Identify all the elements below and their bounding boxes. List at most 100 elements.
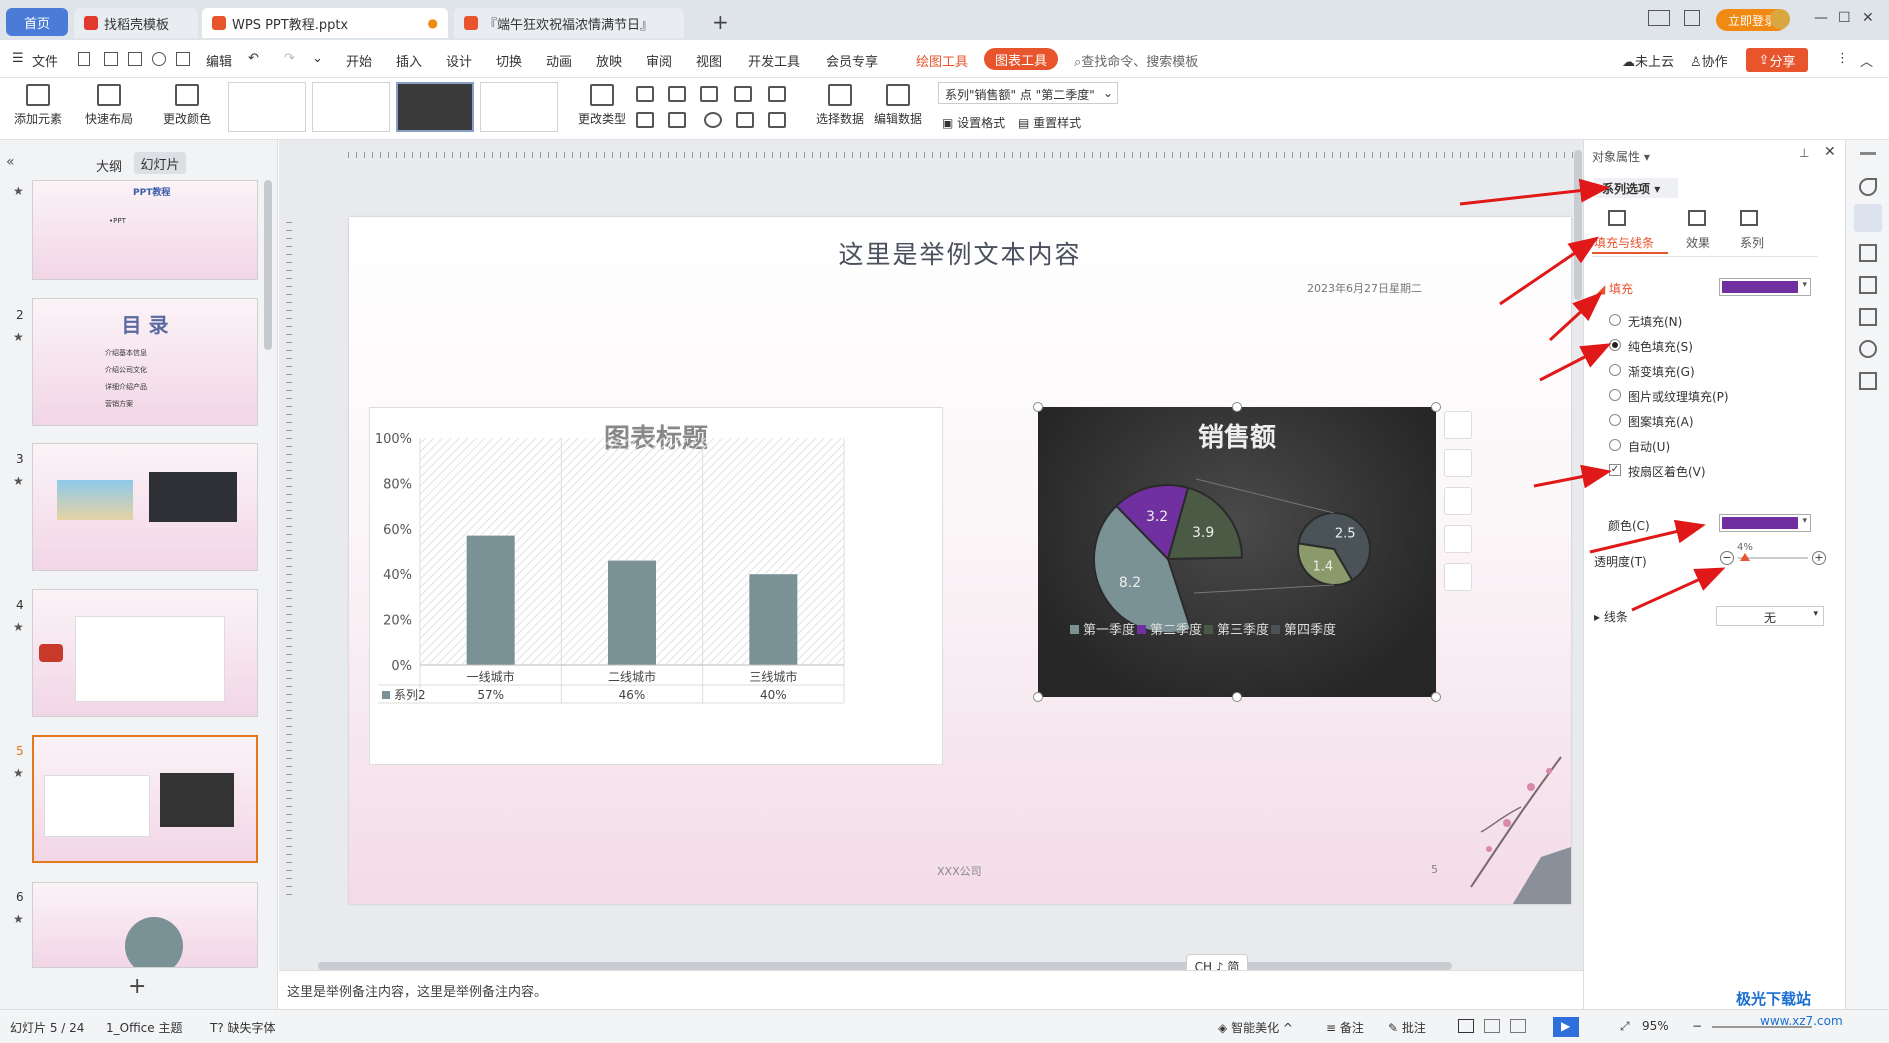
area-chart-icon[interactable] [636, 112, 654, 128]
pin-icon[interactable]: ⊥ [1799, 146, 1809, 160]
notes-pane[interactable]: 这里是举例备注内容，这里是举例备注内容。 [279, 970, 1583, 1008]
chart-style-1[interactable] [228, 82, 306, 132]
resize-handle[interactable] [1232, 402, 1242, 412]
menu-chart-tools[interactable]: 图表工具 [984, 48, 1058, 70]
resize-handle[interactable] [1033, 692, 1043, 702]
export-icon[interactable] [104, 52, 118, 66]
more-options-icon[interactable]: ⋮ [1836, 51, 1849, 66]
menu-file[interactable]: 文件 [32, 51, 58, 70]
play-slideshow-button[interactable]: ▶ [1553, 1017, 1579, 1037]
search-command[interactable]: ⌕查找命令、搜索模板 [1074, 51, 1198, 70]
chart-style-brush-icon[interactable] [1444, 449, 1472, 477]
missing-font-button[interactable]: T? 缺失字体 [210, 1019, 276, 1036]
share-button[interactable]: ⇪ 分享 [1746, 48, 1808, 72]
panel-header[interactable]: 对象属性 ▾ [1592, 148, 1650, 165]
radio-no-fill[interactable] [1609, 314, 1621, 326]
line-section-header[interactable]: ▸ 线条 [1594, 608, 1628, 625]
bar-chart-icon[interactable] [668, 86, 686, 102]
menu-edit[interactable]: 编辑 [206, 51, 232, 70]
edit-data-button[interactable]: 编辑数据 [872, 84, 924, 127]
tab-document[interactable]: WPS PPT教程.pptx ● [202, 8, 448, 38]
menu-insert[interactable]: 插入 [396, 51, 422, 70]
radio-pattern-fill[interactable] [1609, 414, 1621, 426]
tab-find-template[interactable]: 找稻壳模板 [74, 8, 198, 38]
solid-fill-label[interactable]: 纯色填充(S) [1628, 338, 1693, 355]
vary-colors-label[interactable]: 按扇区着色(V) [1628, 463, 1706, 480]
radio-auto-fill[interactable] [1609, 439, 1621, 451]
save-icon[interactable] [78, 52, 90, 66]
chart-elements-icon[interactable] [1444, 411, 1472, 439]
decrease-icon[interactable]: − [1720, 551, 1734, 565]
layout-icon[interactable] [1648, 10, 1670, 26]
slide-thumb-3[interactable] [32, 443, 258, 571]
fit-window-icon[interactable]: ⤢ [1620, 1019, 1630, 1034]
quick-layout-button[interactable]: 快速布局 [78, 84, 140, 127]
print-icon[interactable] [128, 52, 142, 66]
gradient-fill-label[interactable]: 渐变填充(G) [1628, 363, 1695, 380]
tab-fill-line[interactable]: 填充与线条 [1594, 234, 1654, 251]
menu-member[interactable]: 会员专享 [826, 51, 878, 70]
resize-handle[interactable] [1033, 402, 1043, 412]
column-chart-icon[interactable] [636, 86, 654, 102]
menu-view[interactable]: 视图 [696, 51, 722, 70]
zoom-level[interactable]: 95% [1642, 1019, 1669, 1033]
series-options-dropdown[interactable]: 系列选项 ▾ [1594, 178, 1678, 198]
close-panel-icon[interactable]: ✕ [1824, 144, 1836, 160]
tab-effects[interactable]: 效果 [1686, 234, 1710, 251]
tab-document-2[interactable]: 『端午狂欢祝福浓情满节日』 [454, 8, 684, 38]
collapse-panel-icon[interactable]: « [6, 154, 15, 170]
set-format-button[interactable]: ▣ 设置格式 [942, 114, 1005, 131]
menu-slideshow[interactable]: 放映 [596, 51, 622, 70]
slider-thumb[interactable] [1740, 553, 1750, 561]
menu-review[interactable]: 审阅 [646, 51, 672, 70]
image-tool-icon[interactable] [1859, 308, 1877, 326]
compass-icon[interactable] [1859, 340, 1877, 358]
stock-chart-icon[interactable] [768, 86, 786, 102]
chart-filter-icon[interactable] [1444, 487, 1472, 515]
series-selector[interactable]: 系列"销售额" 点 "第二季度" ⌄ [938, 82, 1118, 104]
maximize-icon[interactable]: ☐ [1838, 10, 1851, 26]
notes-toggle[interactable]: ≡ 备注 [1326, 1019, 1364, 1036]
tab-series[interactable]: 系列 [1740, 234, 1764, 251]
radio-solid-fill[interactable] [1609, 339, 1621, 351]
slide[interactable]: 这里是举例文本内容 2023年6月27日星期二 图表标题 0%20%40%60%… [349, 217, 1571, 904]
resize-handle[interactable] [1431, 402, 1441, 412]
menu-design[interactable]: 设计 [446, 51, 472, 70]
line-dropdown[interactable]: 无 ▾ [1716, 606, 1824, 626]
change-color-button[interactable]: 更改颜色 [156, 84, 218, 127]
pie-chart-icon[interactable] [704, 112, 722, 128]
line-chart-icon[interactable] [700, 86, 718, 102]
fill-section-header[interactable]: ◢ 填充 [1596, 280, 1633, 297]
horizontal-scrollbar[interactable] [318, 962, 1452, 970]
menu-draw-tools[interactable]: 绘图工具 [916, 51, 968, 70]
chart-style-2[interactable] [312, 82, 390, 132]
collapse-ribbon-icon[interactable]: ︿ [1860, 51, 1873, 70]
rocket-icon[interactable] [1859, 178, 1877, 196]
menu-developer[interactable]: 开发工具 [748, 51, 800, 70]
vertical-scrollbar[interactable] [1574, 150, 1582, 300]
chart-settings-gear-icon[interactable] [1444, 525, 1472, 553]
combo-chart-icon[interactable] [668, 112, 686, 128]
picture-fill-label[interactable]: 图片或纹理填充(P) [1628, 388, 1729, 405]
collapse-icon[interactable] [1860, 152, 1876, 155]
star-tool-icon[interactable] [1859, 244, 1877, 262]
slide-footer[interactable]: XXX公司 [937, 863, 982, 879]
resize-handle[interactable] [1431, 692, 1441, 702]
format-painter-icon[interactable] [176, 52, 190, 66]
no-fill-label[interactable]: 无填充(N) [1628, 313, 1682, 330]
apps-grid-icon[interactable] [1684, 10, 1700, 26]
change-type-button[interactable]: 更改类型 [574, 84, 630, 127]
undo-icon[interactable]: ↶ [248, 51, 259, 66]
radio-picture-fill[interactable] [1609, 389, 1621, 401]
zoom-out-icon[interactable]: − [1692, 1019, 1702, 1033]
notes-text[interactable]: 这里是举例备注内容，这里是举例备注内容。 [287, 985, 547, 1000]
smart-beautify-button[interactable]: ◈ 智能美化 ^ [1218, 1019, 1293, 1036]
tab-slides[interactable]: 幻灯片 [134, 152, 186, 174]
add-element-button[interactable]: 添加元素 [8, 84, 68, 127]
new-tab-icon[interactable]: + [712, 10, 729, 34]
normal-view-icon[interactable] [1458, 1019, 1474, 1033]
slide-thumb-4[interactable] [32, 589, 258, 717]
close-icon[interactable]: ✕ [1862, 10, 1874, 26]
add-slide-icon[interactable]: + [128, 974, 146, 999]
increase-icon[interactable]: + [1812, 551, 1826, 565]
